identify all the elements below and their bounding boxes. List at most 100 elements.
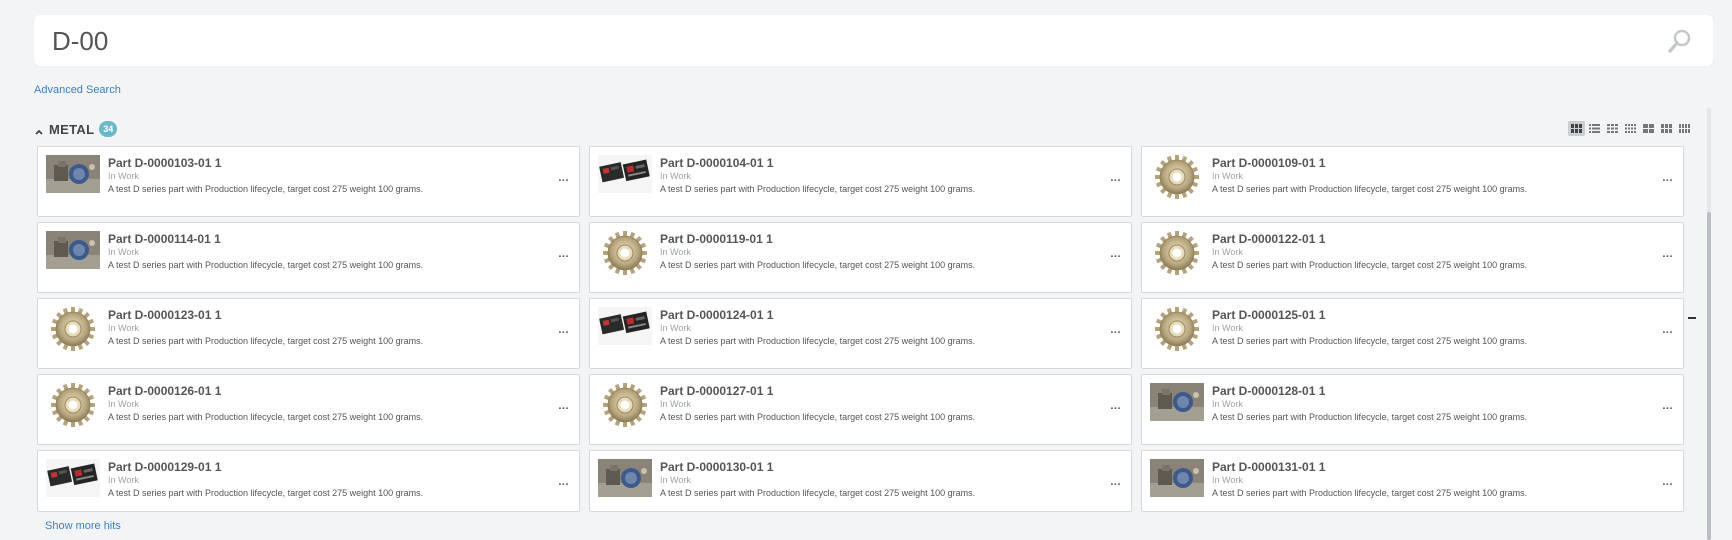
result-card[interactable]: Part D-0000128-01 1 In Work A test D serie… bbox=[1141, 374, 1684, 445]
card-status: In Work bbox=[1212, 475, 1243, 485]
grid-3-view-icon[interactable] bbox=[1622, 121, 1639, 136]
section-header: METAL 34 bbox=[34, 120, 118, 138]
card-status: In Work bbox=[108, 323, 139, 333]
search-input[interactable] bbox=[52, 23, 1612, 59]
result-card[interactable]: Part D-0000104-01 1 In Work A test D serie… bbox=[589, 146, 1132, 217]
card-status: In Work bbox=[1212, 399, 1243, 409]
more-options-icon[interactable]: ... bbox=[558, 325, 569, 336]
result-card[interactable]: Part D-0000125-01 1 In Work A test D serie… bbox=[1141, 298, 1684, 369]
thumbnail-engine-photo[interactable] bbox=[46, 155, 100, 193]
more-options-icon[interactable]: ... bbox=[1662, 325, 1673, 336]
card-title[interactable]: Part D-0000129-01 1 bbox=[108, 460, 221, 474]
grid-view-icon[interactable] bbox=[1568, 121, 1585, 136]
more-options-icon[interactable]: ... bbox=[1662, 173, 1673, 184]
card-description: A test D series part with Production lif… bbox=[660, 412, 976, 422]
card-title[interactable]: Part D-0000124-01 1 bbox=[660, 308, 773, 322]
grid-4-view-icon[interactable] bbox=[1640, 121, 1657, 136]
card-description: A test D series part with Production lif… bbox=[660, 260, 976, 270]
view-mode-toolbar bbox=[1567, 121, 1693, 136]
thumbnail-circuit-board[interactable] bbox=[46, 459, 100, 497]
more-options-icon[interactable]: ... bbox=[1662, 401, 1673, 412]
card-status: In Work bbox=[1212, 323, 1243, 333]
card-description: A test D series part with Production lif… bbox=[108, 260, 424, 270]
card-title[interactable]: Part D-0000126-01 1 bbox=[108, 384, 221, 398]
card-status: In Work bbox=[108, 247, 139, 257]
card-title[interactable]: Part D-0000114-01 1 bbox=[108, 232, 221, 246]
card-description: A test D series part with Production lif… bbox=[660, 184, 976, 194]
chevron-up-icon[interactable] bbox=[34, 124, 44, 135]
card-description: A test D series part with Production lif… bbox=[108, 412, 424, 422]
more-options-icon[interactable]: ... bbox=[1662, 249, 1673, 260]
more-options-icon[interactable]: ... bbox=[1110, 173, 1121, 184]
thumbnail-engine-photo[interactable] bbox=[46, 231, 100, 269]
thumbnail-engine-photo[interactable] bbox=[1150, 459, 1204, 497]
card-title[interactable]: Part D-0000104-01 1 bbox=[660, 156, 773, 170]
thumbnail-engine-photo[interactable] bbox=[598, 459, 652, 497]
thumbnail-engine-photo[interactable] bbox=[1150, 383, 1204, 421]
more-options-icon[interactable]: ... bbox=[558, 401, 569, 412]
result-card[interactable]: Part D-0000119-01 1 In Work A test D serie… bbox=[589, 222, 1132, 293]
list-view-icon[interactable] bbox=[1586, 121, 1603, 136]
thumbnail-gear[interactable] bbox=[598, 231, 652, 275]
count-badge: 34 bbox=[99, 121, 118, 137]
result-card[interactable]: Part D-0000131-01 1 In Work A test D serie… bbox=[1141, 450, 1684, 512]
result-card[interactable]: Part D-0000129-01 1 In Work A test D serie… bbox=[37, 450, 580, 512]
card-description: A test D series part with Production lif… bbox=[108, 184, 424, 194]
card-title[interactable]: Part D-0000128-01 1 bbox=[1212, 384, 1325, 398]
card-status: In Work bbox=[108, 399, 139, 409]
more-options-icon[interactable]: ... bbox=[558, 173, 569, 184]
result-card[interactable]: Part D-0000114-01 1 In Work A test D serie… bbox=[37, 222, 580, 293]
card-title[interactable]: Part D-0000130-01 1 bbox=[660, 460, 773, 474]
thumbnail-gear[interactable] bbox=[46, 383, 100, 427]
result-card[interactable]: Part D-0000126-01 1 In Work A test D serie… bbox=[37, 374, 580, 445]
table-view-icon[interactable] bbox=[1604, 121, 1621, 136]
thumbnail-gear[interactable] bbox=[598, 383, 652, 427]
result-card[interactable]: Part D-0000103-01 1 In Work A test D serie… bbox=[37, 146, 580, 217]
thumbnail-gear[interactable] bbox=[1150, 231, 1204, 275]
grid-6-view-icon[interactable] bbox=[1676, 121, 1693, 136]
card-description: A test D series part with Production lif… bbox=[108, 488, 424, 498]
result-card[interactable]: Part D-0000130-01 1 In Work A test D serie… bbox=[589, 450, 1132, 512]
scrollbar-thumb[interactable] bbox=[1707, 212, 1711, 540]
thumbnail-gear[interactable] bbox=[1150, 307, 1204, 351]
more-options-icon[interactable]: ... bbox=[1110, 249, 1121, 260]
card-description: A test D series part with Production lif… bbox=[660, 488, 976, 498]
card-status: In Work bbox=[660, 399, 691, 409]
more-options-icon[interactable]: ... bbox=[1110, 477, 1121, 488]
vertical-scrollbar[interactable] bbox=[1707, 108, 1711, 540]
card-title[interactable]: Part D-0000127-01 1 bbox=[660, 384, 773, 398]
card-status: In Work bbox=[660, 247, 691, 257]
card-title[interactable]: Part D-0000103-01 1 bbox=[108, 156, 221, 170]
thumbnail-gear[interactable] bbox=[1150, 155, 1204, 199]
result-card[interactable]: Part D-0000123-01 1 In Work A test D serie… bbox=[37, 298, 580, 369]
card-description: A test D series part with Production lif… bbox=[1212, 336, 1528, 346]
search-icon[interactable] bbox=[1667, 28, 1693, 54]
section-title: METAL bbox=[49, 121, 95, 137]
more-options-icon[interactable]: ... bbox=[1110, 401, 1121, 412]
card-status: In Work bbox=[660, 323, 691, 333]
advanced-search-link[interactable]: Advanced Search bbox=[34, 84, 121, 96]
more-options-icon[interactable]: ... bbox=[1110, 325, 1121, 336]
result-card[interactable]: Part D-0000127-01 1 In Work A test D serie… bbox=[589, 374, 1132, 445]
card-title[interactable]: Part D-0000125-01 1 bbox=[1212, 308, 1325, 322]
result-card[interactable]: Part D-0000124-01 1 In Work A test D serie… bbox=[589, 298, 1132, 369]
thumbnail-circuit-board[interactable] bbox=[598, 155, 652, 193]
card-status: In Work bbox=[108, 171, 139, 181]
card-status: In Work bbox=[660, 475, 691, 485]
result-card[interactable]: Part D-0000122-01 1 In Work A test D serie… bbox=[1141, 222, 1684, 293]
show-more-link[interactable]: Show more hits bbox=[45, 520, 121, 532]
thumbnail-circuit-board[interactable] bbox=[598, 307, 652, 345]
more-options-icon[interactable]: ... bbox=[1662, 477, 1673, 488]
card-title[interactable]: Part D-0000131-01 1 bbox=[1212, 460, 1325, 474]
more-options-icon[interactable]: ... bbox=[558, 249, 569, 260]
card-title[interactable]: Part D-0000123-01 1 bbox=[108, 308, 221, 322]
card-title[interactable]: Part D-0000109-01 1 bbox=[1212, 156, 1325, 170]
card-description: A test D series part with Production lif… bbox=[1212, 412, 1528, 422]
more-options-icon[interactable]: ... bbox=[558, 477, 569, 488]
grid-5-view-icon[interactable] bbox=[1658, 121, 1675, 136]
result-card[interactable]: Part D-0000109-01 1 In Work A test D serie… bbox=[1141, 146, 1684, 217]
card-status: In Work bbox=[1212, 171, 1243, 181]
card-title[interactable]: Part D-0000122-01 1 bbox=[1212, 232, 1325, 246]
thumbnail-gear[interactable] bbox=[46, 307, 100, 351]
card-title[interactable]: Part D-0000119-01 1 bbox=[660, 232, 773, 246]
